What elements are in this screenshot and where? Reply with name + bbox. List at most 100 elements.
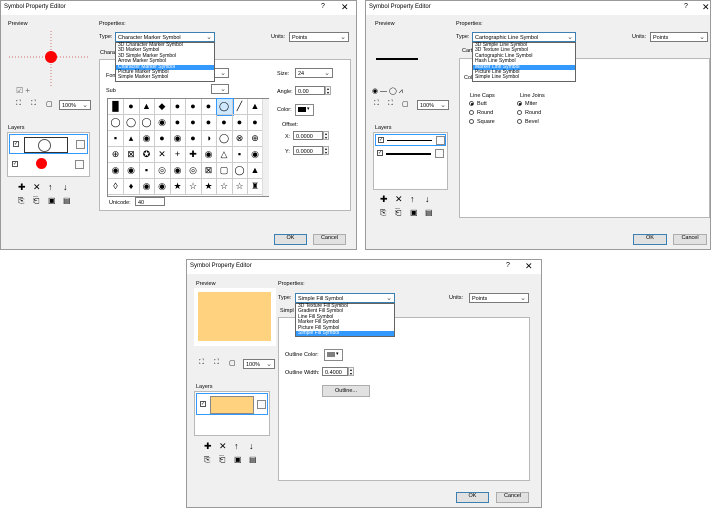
help-button[interactable]: ?: [684, 3, 688, 10]
character-cell[interactable]: ▪: [139, 163, 155, 179]
type-option[interactable]: Simple Marker Symbol: [116, 74, 214, 80]
subset-select[interactable]: ⌄: [211, 84, 229, 94]
character-cell[interactable]: ●: [154, 131, 171, 147]
remove-layer-icon[interactable]: ✕: [395, 194, 403, 205]
tab-obscured[interactable]: Simpl: [280, 308, 294, 314]
type-dropdown-list[interactable]: 3D Simple Line Symbol 3D Texture Line Sym…: [472, 42, 576, 82]
outline-button[interactable]: Outline...: [322, 385, 370, 397]
move-down-icon[interactable]: ↓: [63, 182, 68, 192]
outline-width-spinner[interactable]: ▴ ▾: [348, 367, 354, 376]
character-cell[interactable]: ◑: [201, 131, 217, 147]
move-up-icon[interactable]: ↑: [48, 182, 53, 192]
layer-visible-checkbox[interactable]: ✓: [200, 401, 206, 407]
character-cell[interactable]: ◉: [154, 179, 171, 195]
add-layer-icon[interactable]: ✚: [18, 182, 26, 193]
type-option[interactable]: Simple Line Symbol: [473, 74, 575, 80]
add-layer-icon[interactable]: ✚: [204, 441, 212, 452]
character-cell[interactable]: ▢: [216, 163, 233, 179]
type-select[interactable]: Simple Fill Symbol ⌄: [295, 293, 395, 303]
help-button[interactable]: ?: [506, 262, 510, 269]
line-caps-radio[interactable]: [469, 101, 474, 106]
character-cell[interactable]: △: [216, 147, 233, 163]
angle-field[interactable]: 0.00: [295, 86, 325, 95]
character-cell[interactable]: ⊗: [232, 131, 248, 147]
character-cell[interactable]: ◯: [139, 115, 155, 131]
character-cell[interactable]: ◆: [154, 99, 171, 115]
layers-list[interactable]: ✓: [194, 391, 270, 436]
character-cell[interactable]: ◉: [154, 115, 171, 131]
paste-icon[interactable]: ⎗: [395, 208, 401, 218]
layer-visible-checkbox[interactable]: ✓: [13, 141, 19, 147]
character-cell[interactable]: ●: [185, 131, 202, 147]
save-icon[interactable]: ▣: [234, 455, 242, 464]
character-grid-scrollbar[interactable]: [262, 99, 269, 196]
zoom-select[interactable]: 100% ⌄: [417, 100, 449, 110]
move-up-icon[interactable]: ↑: [410, 194, 415, 204]
ok-button[interactable]: OK: [456, 492, 489, 503]
move-down-icon[interactable]: ↓: [249, 441, 254, 451]
layer-item[interactable]: ✓: [9, 155, 88, 175]
character-cell[interactable]: ●: [170, 115, 186, 131]
character-cell[interactable]: ★: [201, 179, 217, 195]
character-cell[interactable]: ◉: [170, 163, 186, 179]
add-layer-icon[interactable]: ✚: [380, 194, 388, 205]
zoom-select[interactable]: 100% ⌄: [243, 359, 275, 369]
paste-icon[interactable]: ⎗: [219, 455, 225, 465]
character-cell[interactable]: ★: [170, 179, 186, 195]
save-icon[interactable]: ▣: [410, 208, 418, 217]
character-cell[interactable]: ✕: [154, 147, 171, 163]
character-cell[interactable]: ●: [201, 115, 217, 131]
remove-layer-icon[interactable]: ✕: [33, 182, 41, 193]
outline-color-button[interactable]: ▾: [324, 349, 343, 361]
angle-spinner[interactable]: ▴ ▾: [325, 86, 331, 95]
type-select[interactable]: Cartographic Line Symbol ⌄: [472, 32, 576, 42]
layer-visible-checkbox[interactable]: ✓: [378, 137, 384, 143]
actual-size-icon[interactable]: ⛶: [31, 100, 36, 108]
layers-list[interactable]: ✓ ✓: [7, 132, 90, 177]
layer-lock-icon[interactable]: [436, 136, 445, 145]
offset-x-spinner[interactable]: ▴ ▾: [323, 131, 329, 140]
layer-item[interactable]: ✓: [9, 134, 88, 154]
move-down-icon[interactable]: ↓: [425, 194, 430, 204]
line-joins-radio[interactable]: [517, 119, 522, 124]
character-grid[interactable]: █ ● ▲ ◆ ● ● ● ◯ ╱ ▲ ◯ ◯ ◯ ◉ ● ● ● ● ● ● ▪ ▴ ◉ ● ◉ ● ◑ ◯ ⊗ ⊕ ⊕ ⊠ ✪ ✕ + ✚ ◉ △ ▪ ◉…: [107, 98, 269, 197]
layer-lock-icon[interactable]: [76, 140, 85, 149]
layer-lock-icon[interactable]: [257, 400, 266, 409]
line-caps-radio[interactable]: [469, 119, 474, 124]
character-cell[interactable]: ☆: [185, 179, 202, 195]
units-select[interactable]: Points ⌄: [289, 32, 349, 42]
character-cell[interactable]: ◉: [108, 163, 124, 179]
character-cell[interactable]: ◉: [139, 131, 155, 147]
character-cell[interactable]: ◉: [170, 131, 186, 147]
character-cell[interactable]: ●: [185, 99, 202, 115]
character-cell[interactable]: ◯: [123, 115, 140, 131]
character-cell[interactable]: ◎: [154, 163, 171, 179]
layer-visible-checkbox[interactable]: ✓: [12, 161, 18, 167]
character-cell[interactable]: ●: [232, 115, 248, 131]
type-dropdown-list[interactable]: 3D Texture Fill Symbol Gradient Fill Symb…: [295, 303, 395, 338]
layer-item[interactable]: ✓: [375, 134, 446, 146]
character-cell[interactable]: ⊠: [201, 163, 217, 179]
type-dropdown-list[interactable]: 3D Character Marker Symbol 3D Marker Symb…: [115, 42, 215, 82]
copy-icon[interactable]: ⎘: [204, 455, 210, 465]
character-cell[interactable]: ⊕: [108, 147, 124, 163]
character-cell[interactable]: ●: [123, 99, 140, 115]
close-button[interactable]: ✕: [525, 261, 533, 272]
cancel-button[interactable]: Cancel: [496, 492, 529, 503]
actual-size-icon[interactable]: ⛶: [388, 100, 393, 108]
cancel-button[interactable]: Cancel: [313, 234, 346, 245]
line-joins-radio[interactable]: [517, 110, 522, 115]
layers-list[interactable]: ✓ ✓: [373, 132, 448, 190]
copy-icon[interactable]: ⎘: [380, 208, 386, 218]
character-cell[interactable]: ●: [170, 99, 186, 115]
offset-y-spinner[interactable]: ▴ ▾: [323, 146, 329, 155]
zoom-icon[interactable]: ▢: [46, 100, 53, 108]
offset-y-field[interactable]: 0.0000: [293, 146, 323, 155]
ok-button[interactable]: OK: [274, 234, 307, 245]
color-picker-button[interactable]: ▾: [295, 104, 314, 116]
cancel-button[interactable]: Cancel: [673, 234, 707, 245]
character-cell[interactable]: ▪: [108, 131, 124, 147]
character-cell[interactable]: ♦: [123, 179, 140, 195]
character-cell[interactable]: ▴: [123, 131, 140, 147]
layer-item[interactable]: ✓: [375, 148, 446, 160]
